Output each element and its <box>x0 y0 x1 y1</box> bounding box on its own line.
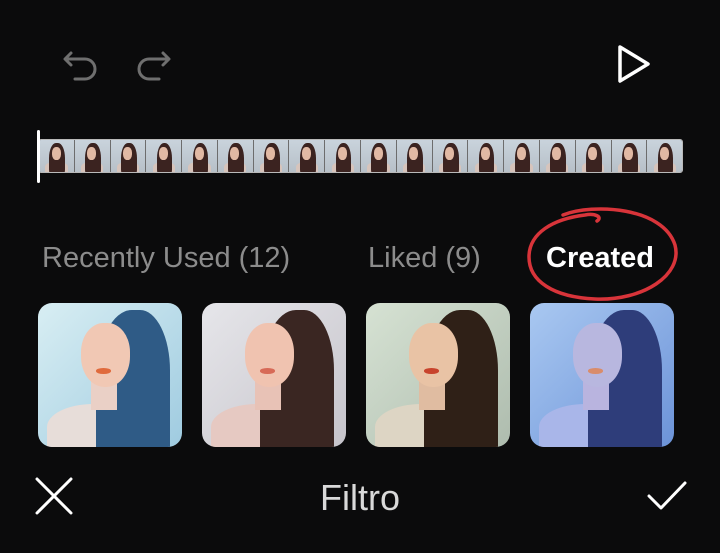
timeline-frame <box>146 140 183 172</box>
timeline-frame <box>575 140 612 172</box>
redo-button[interactable] <box>132 44 174 84</box>
filter-thumbnail[interactable] <box>38 303 182 447</box>
timeline-frame <box>396 140 433 172</box>
timeline-frame <box>504 140 540 172</box>
timeline-frame <box>325 140 362 172</box>
red-circle-annotation <box>523 205 688 312</box>
timeline-frame <box>432 140 469 172</box>
play-icon <box>613 43 653 85</box>
timeline-frame <box>74 140 111 172</box>
check-icon <box>646 479 688 513</box>
tab-liked[interactable]: Liked (9) <box>368 238 481 278</box>
redo-icon <box>133 45 173 83</box>
play-button[interactable] <box>610 42 656 86</box>
timeline-playhead[interactable] <box>37 130 40 183</box>
filter-thumbnail[interactable] <box>366 303 510 447</box>
filter-thumbnail[interactable] <box>202 303 346 447</box>
timeline-frame <box>611 140 648 172</box>
timeline-frame <box>289 140 326 172</box>
timeline-frame <box>539 140 576 172</box>
timeline-frame <box>361 140 397 172</box>
timeline-frame <box>253 140 290 172</box>
timeline-frame <box>217 140 254 172</box>
screen-title: Filtro <box>320 477 400 518</box>
timeline-frame <box>647 140 682 172</box>
timeline-frame <box>110 140 147 172</box>
video-timeline[interactable] <box>38 139 683 173</box>
timeline-frame <box>468 140 505 172</box>
timeline-frame <box>182 140 218 172</box>
undo-button[interactable] <box>60 44 102 84</box>
timeline-frame <box>39 140 75 172</box>
tab-recently-used[interactable]: Recently Used (12) <box>42 238 290 278</box>
undo-icon <box>61 45 101 83</box>
confirm-button[interactable] <box>643 474 691 518</box>
filter-thumbnail[interactable] <box>530 303 674 447</box>
